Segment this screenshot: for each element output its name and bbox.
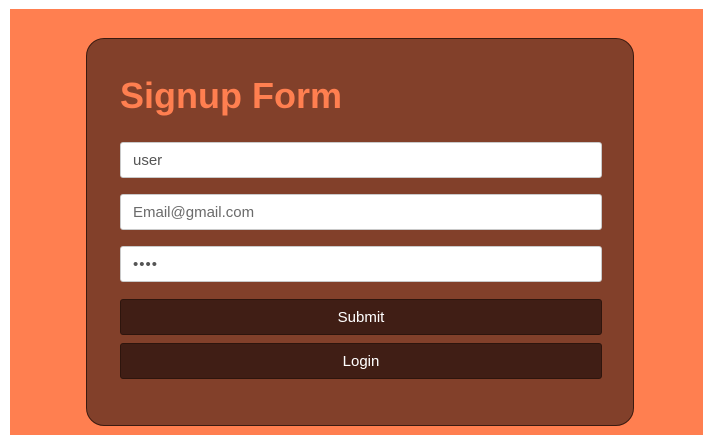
email-input[interactable] xyxy=(120,194,602,230)
form-title: Signup Form xyxy=(120,75,342,116)
signup-form-card: Signup Form Submit Login xyxy=(86,38,634,426)
username-input[interactable] xyxy=(120,142,602,178)
password-input[interactable] xyxy=(120,246,602,282)
page-background: Signup Form Submit Login xyxy=(10,9,703,435)
submit-button[interactable]: Submit xyxy=(120,299,602,335)
login-button[interactable]: Login xyxy=(120,343,602,379)
